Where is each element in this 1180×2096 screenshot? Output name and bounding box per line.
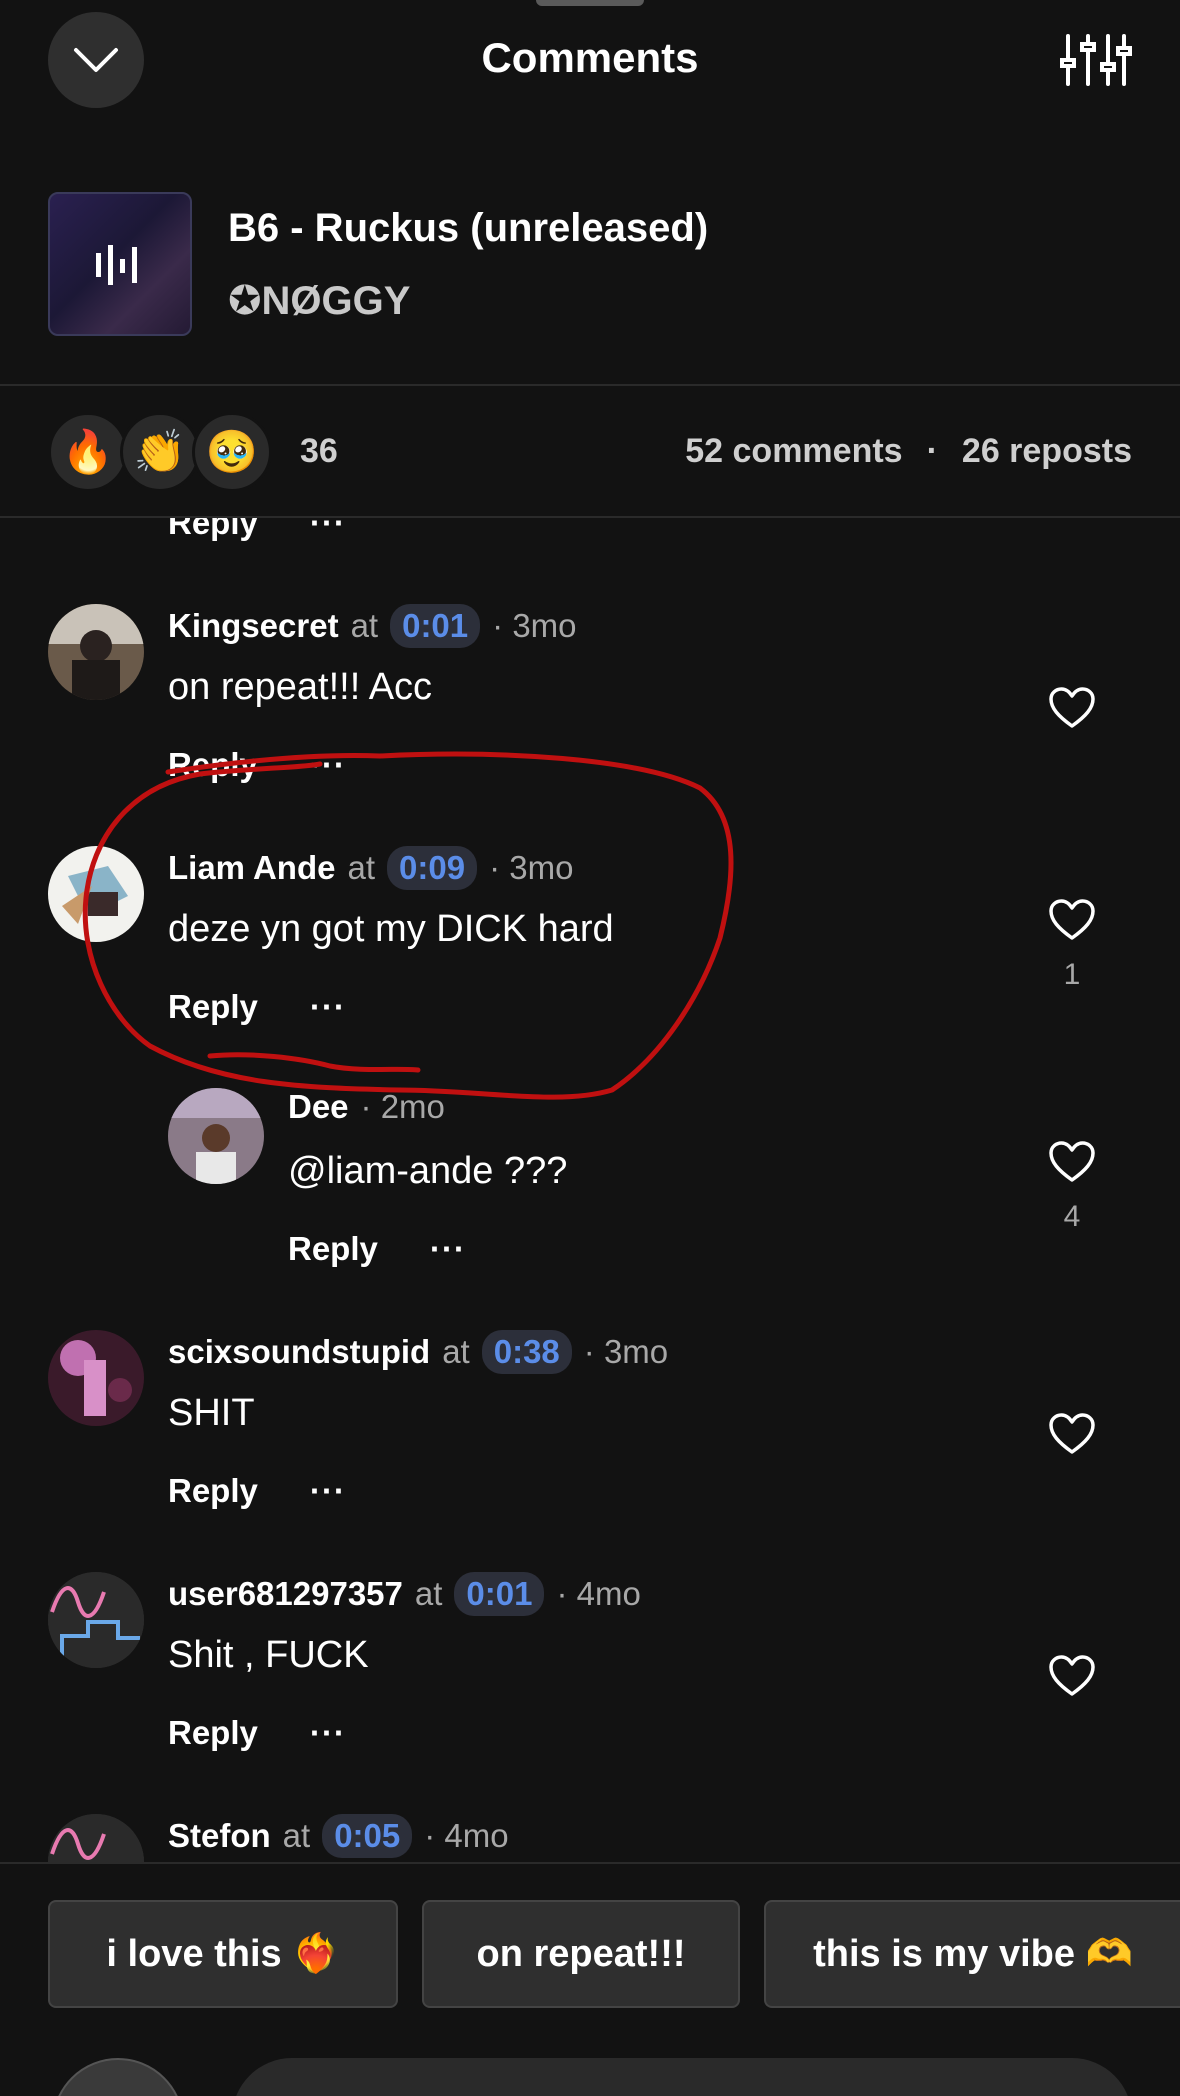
track-artwork <box>48 192 192 336</box>
track-artist[interactable]: ✪NØGGY <box>228 278 410 324</box>
comment-age: · 3mo <box>489 849 574 886</box>
heart-icon[interactable] <box>1048 1654 1096 1698</box>
comment-text: on repeat!!! Acc <box>168 666 433 708</box>
comment-text: @liam-ande ??? <box>288 1150 568 1192</box>
track-info[interactable]: B6 - Ruckus (unreleased) ✪NØGGY <box>0 190 1180 340</box>
more-button[interactable]: ··· <box>310 518 346 542</box>
reply-button[interactable]: Reply <box>168 988 258 1026</box>
comment-timestamp[interactable]: 0:01 <box>390 604 481 648</box>
comment-at-label: at <box>414 1575 443 1612</box>
track-title[interactable]: B6 - Ruckus (unreleased) <box>228 206 708 251</box>
quick-reply-vibe[interactable]: this is my vibe 🫶 <box>764 1900 1180 2008</box>
reply-button[interactable]: Reply <box>168 1714 258 1752</box>
heart-icon[interactable] <box>1048 686 1096 730</box>
comments-screen: Comments B6 - Ruckus (unreleased) ✪NØGGY… <box>0 0 1180 2096</box>
comment-at-label: at <box>350 607 379 644</box>
comment-actions: Reply ··· <box>168 518 346 542</box>
comment-header: Dee · 2mo <box>288 1088 445 1126</box>
quick-reply-repeat[interactable]: on repeat!!! <box>422 1900 740 2008</box>
comment-at-label: at <box>282 1817 311 1854</box>
like-count: 4 <box>1063 1200 1081 1233</box>
more-button[interactable]: ··· <box>310 1472 346 1510</box>
comment-header: user681297357 at 0:01 · 4mo <box>168 1572 641 1616</box>
header: Comments <box>0 0 1180 120</box>
like-count: 1 <box>1063 958 1081 991</box>
comment-header: Kingsecret at 0:01 · 3mo <box>168 604 577 648</box>
comment-age: · 3mo <box>492 607 577 644</box>
comment-text: Shit , FUCK <box>168 1634 369 1676</box>
comment-text: deze yn got my DICK hard <box>168 908 614 950</box>
comment-timestamp[interactable]: 0:38 <box>481 1330 572 1374</box>
comment-text: SHIT <box>168 1392 255 1434</box>
comment-age: · 4mo <box>556 1575 641 1612</box>
comment-username[interactable]: Liam Ande <box>168 849 335 887</box>
comment-header: Liam Ande at 0:09 · 3mo <box>168 846 573 890</box>
stats-counts: 52 comments · 26 reposts <box>685 432 1132 471</box>
avatar[interactable] <box>48 1814 144 1864</box>
comment-actions: Reply ··· <box>168 1714 346 1752</box>
comment-age: · 3mo <box>583 1333 669 1370</box>
comments-list[interactable]: Reply ··· Kingsecret at 0:01 · 3mo on re… <box>0 518 1180 1864</box>
reposts-count[interactable]: 26 reposts <box>962 432 1132 471</box>
comment-header: scixsoundstupid at 0:38 · 3mo <box>168 1330 668 1374</box>
quick-reply-love[interactable]: i love this ❤️‍🔥 <box>48 1900 398 2008</box>
comment-timestamp[interactable]: 0:01 <box>454 1572 545 1616</box>
comment-username[interactable]: user681297357 <box>168 1575 403 1613</box>
comment-at-label: at <box>347 849 375 886</box>
more-button[interactable]: ··· <box>310 1714 346 1752</box>
comment-timestamp[interactable]: 0:05 <box>322 1814 413 1858</box>
more-button[interactable]: ··· <box>310 988 346 1026</box>
reaction-clap[interactable]: 👏 <box>120 412 200 492</box>
reaction-count: 36 <box>300 432 338 470</box>
reaction-fire[interactable]: 🔥 <box>48 412 128 492</box>
comment-at-label: at <box>442 1333 470 1370</box>
avatar[interactable] <box>48 1330 144 1426</box>
waveform-logo-icon <box>96 245 137 285</box>
avatar[interactable] <box>48 604 144 700</box>
quick-replies: i love this ❤️‍🔥 on repeat!!! this is my… <box>0 1900 1180 2010</box>
comment-age: · 2mo <box>360 1088 445 1125</box>
reply-button[interactable]: Reply <box>288 1230 378 1268</box>
comment-actions: Reply ··· <box>288 1230 466 1268</box>
comment-username[interactable]: Kingsecret <box>168 607 339 645</box>
more-button[interactable]: ··· <box>430 1230 466 1268</box>
reply-button[interactable]: Reply <box>168 746 258 784</box>
heart-icon[interactable] <box>1048 1412 1096 1456</box>
comment-actions: Reply ··· <box>168 746 346 784</box>
heart-icon[interactable] <box>1048 898 1096 942</box>
separator: · <box>926 432 938 470</box>
stats-row: 🔥 👏 🥹 36 52 comments · 26 reposts <box>0 386 1180 516</box>
page-title: Comments <box>481 34 699 81</box>
comment-username[interactable]: Dee <box>288 1088 349 1126</box>
filter-button[interactable] <box>1060 28 1132 92</box>
comment-username[interactable]: scixsoundstupid <box>168 1333 430 1371</box>
more-button[interactable]: ··· <box>310 746 346 784</box>
avatar[interactable] <box>48 1572 144 1668</box>
heart-icon[interactable] <box>1048 1140 1096 1184</box>
comment-timestamp[interactable]: 0:09 <box>387 846 478 890</box>
comment-username[interactable]: Stefon <box>168 1817 271 1855</box>
user-avatar[interactable] <box>52 2058 184 2096</box>
avatar[interactable] <box>168 1088 264 1184</box>
divider <box>0 1862 1180 1864</box>
comment-actions: Reply ··· <box>168 1472 346 1510</box>
comment-actions: Reply ··· <box>168 988 346 1026</box>
comment-header: Stefon at 0:05 · 4mo <box>168 1814 509 1858</box>
reaction-pleading[interactable]: 🥹 <box>192 412 272 492</box>
reply-button[interactable]: Reply <box>168 1472 258 1510</box>
comment-input[interactable] <box>232 2058 1132 2096</box>
sliders-icon <box>1060 34 1132 86</box>
comments-count: 52 comments <box>685 432 903 470</box>
reply-button[interactable]: Reply <box>168 518 258 542</box>
comment-age: · 4mo <box>424 1817 509 1854</box>
avatar[interactable] <box>48 846 144 942</box>
